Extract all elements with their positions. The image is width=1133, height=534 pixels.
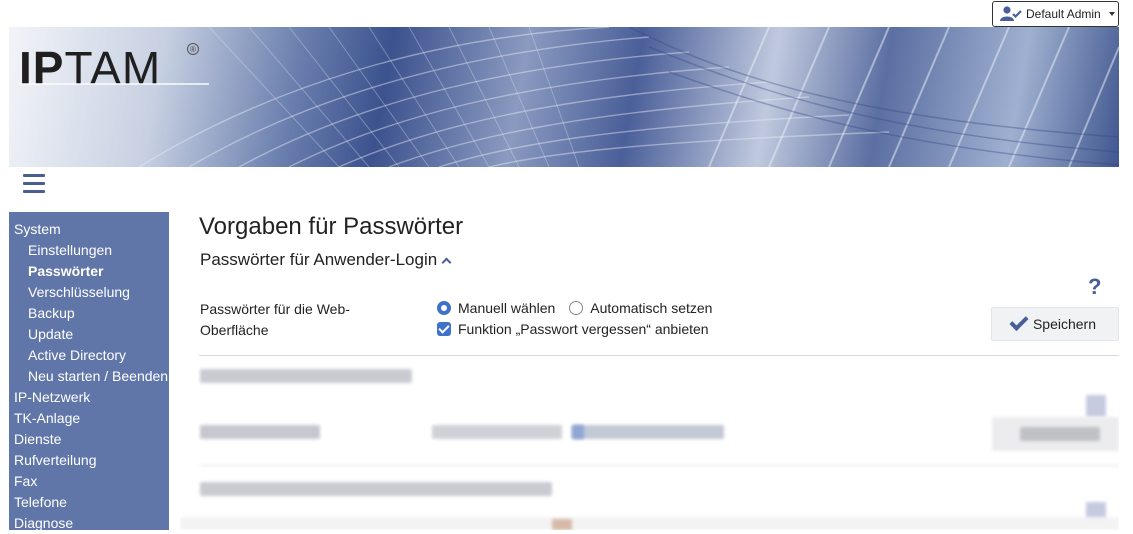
- sidebar-item-telefone[interactable]: Telefone: [9, 492, 169, 513]
- header-banner: IPTAM ®: [9, 27, 1119, 167]
- sidebar-item-active-directory[interactable]: Active Directory: [9, 345, 169, 366]
- obscured-heading: [200, 482, 552, 496]
- obscured-help-icon: [1086, 395, 1106, 417]
- page-title: Vorgaben für Passwörter: [199, 213, 464, 240]
- obscured-button-label: [1020, 427, 1100, 441]
- sidebar-item-ip-netzwerk[interactable]: IP-Netzwerk: [9, 387, 169, 408]
- forgot-password-checkbox[interactable]: [437, 322, 451, 336]
- sidebar-item-system[interactable]: System: [9, 219, 169, 240]
- forgot-password-label[interactable]: Funktion „Passwort vergessen“ anbieten: [458, 321, 709, 337]
- obscured-row: [180, 517, 1119, 530]
- sidebar-item-neu-starten-beenden[interactable]: Neu starten / Beenden: [9, 366, 169, 387]
- radio-manual[interactable]: [437, 301, 451, 315]
- banner-architecture-image: [138, 27, 1119, 167]
- password-mode-radios: Manuell wählen Automatisch setzen: [437, 300, 726, 316]
- caret-down-icon: [1108, 12, 1115, 16]
- iptam-logo: IPTAM: [19, 42, 162, 94]
- web-password-label: Passwörter für die Web-Oberfläche: [200, 301, 350, 338]
- obscured-label: [200, 425, 320, 439]
- sidebar-item-fax[interactable]: Fax: [9, 471, 169, 492]
- sidebar-item-einstellungen[interactable]: Einstellungen: [9, 240, 169, 261]
- obscured-divider: [200, 465, 1119, 466]
- section-toggle-password-login[interactable]: Passwörter für Anwender-Login: [200, 250, 452, 270]
- sidebar-item-diagnose[interactable]: Diagnose: [9, 513, 169, 534]
- sidebar-item-verschlüsselung[interactable]: Verschlüsselung: [9, 282, 169, 303]
- forgot-password-option: Funktion „Passwort vergessen“ anbieten: [437, 321, 709, 337]
- user-menu-label: Default Admin: [1026, 7, 1101, 21]
- chevron-up-icon: [441, 257, 452, 268]
- sidebar-item-backup[interactable]: Backup: [9, 303, 169, 324]
- section-divider: [199, 355, 1119, 356]
- logo-registered-mark: ®: [187, 43, 199, 55]
- user-menu-button[interactable]: Default Admin: [992, 1, 1119, 27]
- obscured-image: [552, 519, 572, 530]
- radio-automatic-label[interactable]: Automatisch setzen: [590, 300, 712, 316]
- menu-toggle-icon[interactable]: [23, 174, 45, 194]
- radio-automatic[interactable]: [569, 301, 584, 315]
- obscured-radio: [572, 425, 584, 439]
- help-icon[interactable]: ?: [1088, 274, 1101, 300]
- save-button-label: Speichern: [1032, 316, 1097, 332]
- obscured-heading: [200, 369, 412, 383]
- obscured-content: [180, 357, 1119, 530]
- user-check-icon: [1000, 6, 1022, 21]
- sidebar-nav: System Einstellungen Passwörter Verschlüsse…: [9, 212, 169, 531]
- save-button[interactable]: Speichern: [991, 307, 1119, 341]
- sidebar-item-update[interactable]: Update: [9, 324, 169, 345]
- sidebar-item-dienste[interactable]: Dienste: [9, 429, 169, 450]
- section-title: Passwörter für Anwender-Login: [200, 250, 438, 269]
- logo-underline: [19, 83, 209, 85]
- obscured-option: [572, 425, 724, 439]
- radio-manual-label[interactable]: Manuell wählen: [458, 300, 555, 316]
- sidebar-item-passwörter[interactable]: Passwörter: [9, 261, 169, 282]
- check-icon: [1009, 311, 1029, 331]
- sidebar-item-tk-anlage[interactable]: TK-Anlage: [9, 408, 169, 429]
- obscured-option: [432, 425, 562, 439]
- sidebar-item-rufverteilung[interactable]: Rufverteilung: [9, 450, 169, 471]
